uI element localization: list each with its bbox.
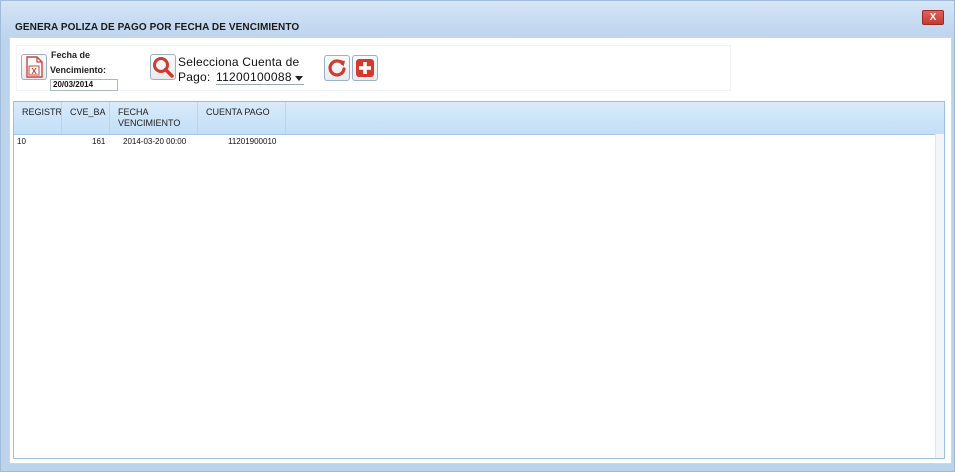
add-button[interactable] [352,55,378,81]
cell-fecha-vencimiento: 2014-03-20 00:00 [123,137,187,146]
column-header-label: CUENTA PAGO [206,107,270,117]
column-header-label: REGISTR [22,107,62,117]
chevron-down-icon [294,76,303,81]
svg-text:X: X [31,67,37,76]
close-button[interactable]: X [922,10,944,25]
data-grid: REGISTR CVE_BA FECHA VENCIMIENTO CUENTA … [13,101,945,459]
column-header-label-line2: VENCIMIENTO [118,118,181,128]
column-header-registro[interactable]: REGISTR [14,102,62,134]
fecha-vencimiento-input[interactable]: 20/03/2014 [50,79,118,91]
vertical-scrollbar[interactable] [935,134,944,458]
cell-cve-banco: 161 [92,137,106,146]
column-header-label: FECHA [118,107,149,117]
cuenta-label-line1: Selecciona Cuenta de [178,55,300,69]
cuenta-label-line2: Pago: [178,70,211,84]
grid-header: REGISTR CVE_BA FECHA VENCIMIENTO CUENTA … [14,102,944,135]
fecha-label-line1: Fecha de [51,50,91,60]
refresh-button[interactable] [324,55,350,81]
refresh-icon [328,59,346,77]
fecha-label-line2: Vencimiento: [50,65,107,75]
column-header-cve-banco[interactable]: CVE_BA [62,102,110,134]
column-header-fecha-vencimiento[interactable]: FECHA VENCIMIENTO [110,102,198,134]
dialog-window: GENERA POLIZA DE PAGO POR FECHA DE VENCI… [0,0,955,472]
cuenta-pago-value: 11200100088 [216,70,292,84]
cell-cuenta-pago: 11201900010 [228,137,277,146]
table-row[interactable]: 10 161 2014-03-20 00:00 11201900010 [14,135,944,151]
dialog-body: X Fecha de Vencimiento: 20/03/2014 Selec… [9,37,952,464]
cuenta-pago-select[interactable]: 11200100088 [216,70,304,85]
cell-registro: 10 [17,137,26,146]
search-button[interactable] [150,54,176,80]
column-header-cuenta-pago[interactable]: CUENTA PAGO [198,102,286,134]
excel-export-button[interactable]: X [21,54,47,80]
window-title: GENERA POLIZA DE PAGO POR FECHA DE VENCI… [15,22,300,33]
magnifier-icon [153,57,174,78]
add-icon [356,59,374,77]
excel-export-icon: X [26,56,43,78]
filter-toolbar: X Fecha de Vencimiento: 20/03/2014 Selec… [16,45,731,91]
column-header-label: CVE_BA [70,107,106,117]
